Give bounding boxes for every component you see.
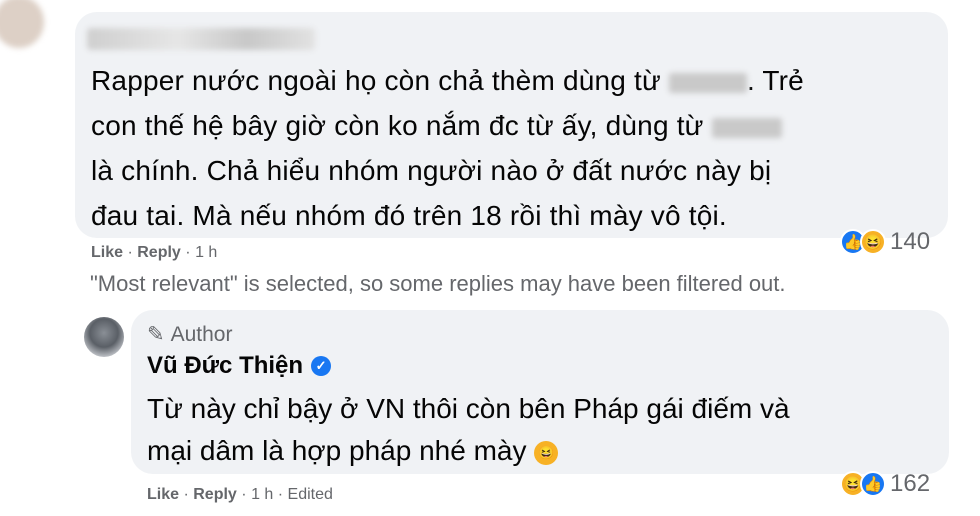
comment-line: là chính. Chả hiểu nhóm người nào ở đất … xyxy=(91,155,772,186)
reply-link[interactable]: Reply xyxy=(193,486,237,503)
verified-badge-icon: ✓ xyxy=(311,356,332,376)
censored-word xyxy=(668,72,747,93)
comment-line: con thế hệ bây giờ còn ko nắm đc từ ấy, … xyxy=(91,110,712,141)
reply-link[interactable]: Reply xyxy=(137,244,181,261)
comment-actions: Like · Reply · 1 h xyxy=(91,244,217,262)
reaction-count: 162 xyxy=(890,470,931,497)
reply-line: Từ này chỉ bậy ở VN thôi còn bên Pháp gá… xyxy=(147,393,790,424)
author-name-text[interactable]: Vũ Đức Thiện xyxy=(147,352,303,380)
like-icon: 👍 xyxy=(860,471,886,497)
censored-word xyxy=(711,117,782,138)
pencil-icon: ✎ xyxy=(147,323,165,346)
reply-author-name[interactable]: Vũ Đức Thiện ✓ xyxy=(147,352,332,380)
comment-line: Rapper nước ngoài họ còn chả thèm dùng t… xyxy=(91,65,669,96)
commenter-avatar-blurred[interactable] xyxy=(0,0,44,48)
reply-actions: Like · Reply · 1 h · Edited xyxy=(147,486,333,504)
comment-bubble: Rapper nước ngoài họ còn chả thèm dùng t… xyxy=(75,12,948,238)
laughing-emoji-icon: 😆 xyxy=(534,440,559,465)
reply-line: mại dâm là hợp pháp nhé mày xyxy=(147,435,527,466)
timestamp[interactable]: 1 h xyxy=(251,486,273,503)
comment-text: Rapper nước ngoài họ còn chả thèm dùng t… xyxy=(91,58,936,238)
comment-line: đau tai. Mà nếu nhóm đó trên 18 rồi thì … xyxy=(91,200,727,231)
edited-label: Edited xyxy=(287,486,333,503)
like-link[interactable]: Like xyxy=(147,486,179,503)
separator: · xyxy=(241,486,247,503)
reaction-count: 140 xyxy=(890,228,931,255)
separator: · xyxy=(277,486,284,503)
comment-line: . Trẻ xyxy=(746,65,804,96)
separator: · xyxy=(185,244,191,261)
author-badge: ✎ Author xyxy=(147,322,232,347)
haha-icon: 😆 xyxy=(860,229,886,255)
reply-avatar[interactable] xyxy=(84,317,124,357)
separator: · xyxy=(127,244,133,261)
commenter-name-blurred[interactable] xyxy=(87,28,315,50)
reply-reactions-summary[interactable]: 😆 👍 162 xyxy=(840,470,930,498)
reply-text: Từ này chỉ bậy ở VN thôi còn bên Pháp gá… xyxy=(147,388,937,472)
timestamp[interactable]: 1 h xyxy=(195,244,217,261)
filter-notice: "Most relevant" is selected, so some rep… xyxy=(90,271,786,296)
author-label: Author xyxy=(170,322,233,346)
reactions-summary[interactable]: 👍 😆 140 xyxy=(840,228,930,256)
separator: · xyxy=(183,486,189,503)
reply-bubble: ✎ Author Vũ Đức Thiện ✓ Từ này chỉ bậy ở… xyxy=(131,310,949,474)
like-link[interactable]: Like xyxy=(91,244,123,261)
